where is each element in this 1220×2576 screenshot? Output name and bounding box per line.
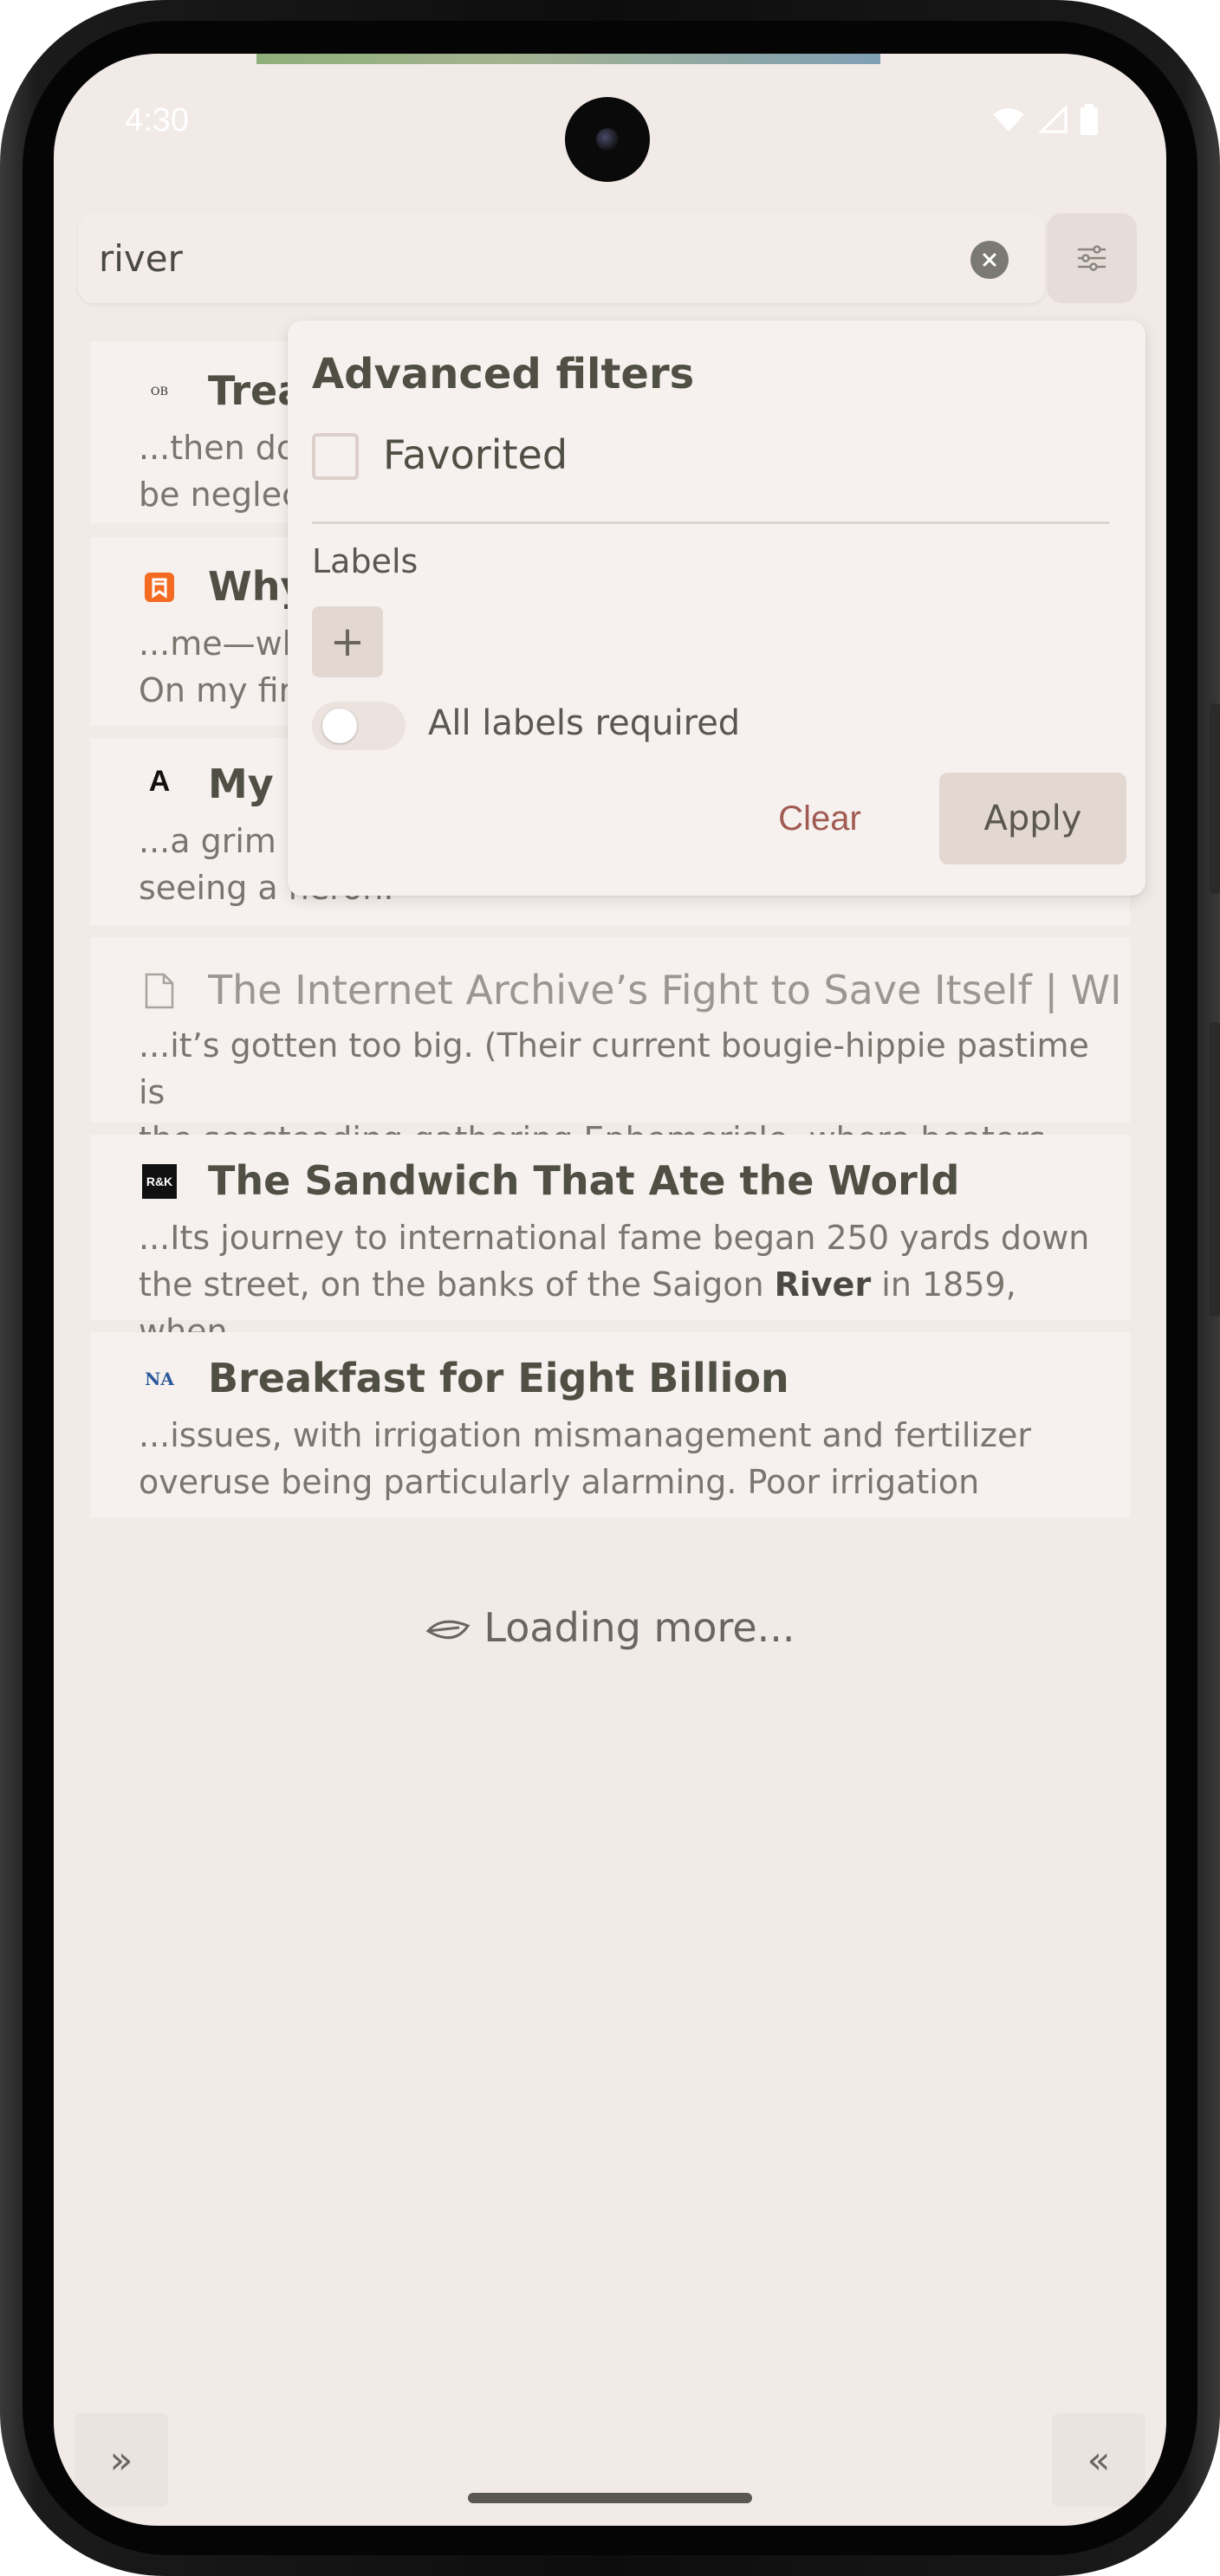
- bookmark-icon: [145, 573, 174, 602]
- apply-button[interactable]: Apply: [939, 773, 1126, 864]
- popover-title: Advanced filters: [312, 350, 695, 398]
- search-input[interactable]: [99, 232, 931, 284]
- result-card[interactable]: NA Breakfast for Eight Billion ...issues…: [90, 1332, 1130, 1518]
- result-title: Breakfast for Eight Billion: [208, 1355, 789, 1401]
- sliders-icon: [1078, 245, 1106, 271]
- loading-indicator: Loading more...: [54, 1604, 1166, 1651]
- result-title: The Internet Archive’s Fight to Save Its…: [208, 967, 1118, 1013]
- document-icon: [145, 973, 174, 1009]
- search-highlight: River: [774, 1265, 872, 1304]
- phone-frame: 4:30 OB Trea: [0, 0, 1220, 2576]
- divider: [312, 521, 1109, 524]
- favicon-letter-a: A: [148, 764, 171, 798]
- result-card[interactable]: R&K The Sandwich That Ate the World ...I…: [90, 1135, 1130, 1350]
- favicon-substack: [142, 570, 177, 605]
- cellular-icon: [1038, 106, 1068, 133]
- labels-heading: Labels: [312, 542, 419, 580]
- battery-icon: [1080, 104, 1098, 135]
- favorited-checkbox[interactable]: [312, 433, 359, 480]
- status-time: 4:30: [125, 102, 189, 139]
- favicon-rk: R&K: [142, 1164, 177, 1199]
- all-labels-required-label: All labels required: [428, 703, 741, 743]
- advanced-filters-popover: Advanced filters Favorited Labels + All …: [288, 320, 1145, 896]
- wifi-icon: [993, 108, 1024, 132]
- result-title: The Sandwich That Ate the World: [208, 1157, 960, 1204]
- leaf-icon: [426, 1620, 470, 1639]
- chevrons-right-icon: »: [109, 2437, 133, 2482]
- back-nav-button[interactable]: «: [1052, 2413, 1145, 2507]
- volume-button: [1210, 1022, 1220, 1317]
- filter-button[interactable]: [1047, 213, 1137, 303]
- clear-search-button[interactable]: [970, 241, 1009, 279]
- favicon-document: [142, 973, 177, 1009]
- toggle-knob: [322, 709, 357, 743]
- close-icon: [983, 253, 996, 267]
- clear-button[interactable]: Clear: [742, 773, 898, 864]
- result-card[interactable]: The Internet Archive’s Fight to Save Its…: [90, 937, 1130, 1158]
- all-labels-required-toggle[interactable]: [312, 702, 406, 750]
- progress-gradient-bar: [256, 54, 880, 64]
- favicon-na: NA: [145, 1369, 174, 1389]
- add-label-button[interactable]: +: [312, 606, 383, 677]
- forward-nav-button[interactable]: »: [75, 2413, 168, 2507]
- result-snippet: ...issues, with irrigation mismanagement…: [139, 1416, 1031, 1501]
- home-indicator[interactable]: [468, 2493, 752, 2503]
- favicon-ob: OB: [150, 385, 169, 398]
- screen: 4:30 OB Trea: [54, 54, 1166, 2526]
- favorited-label[interactable]: Favorited: [383, 431, 568, 478]
- chevrons-left-icon: «: [1087, 2437, 1111, 2482]
- search-box: [78, 213, 1045, 303]
- front-camera: [565, 97, 650, 182]
- status-icons: [991, 104, 1099, 135]
- power-button: [1210, 703, 1220, 894]
